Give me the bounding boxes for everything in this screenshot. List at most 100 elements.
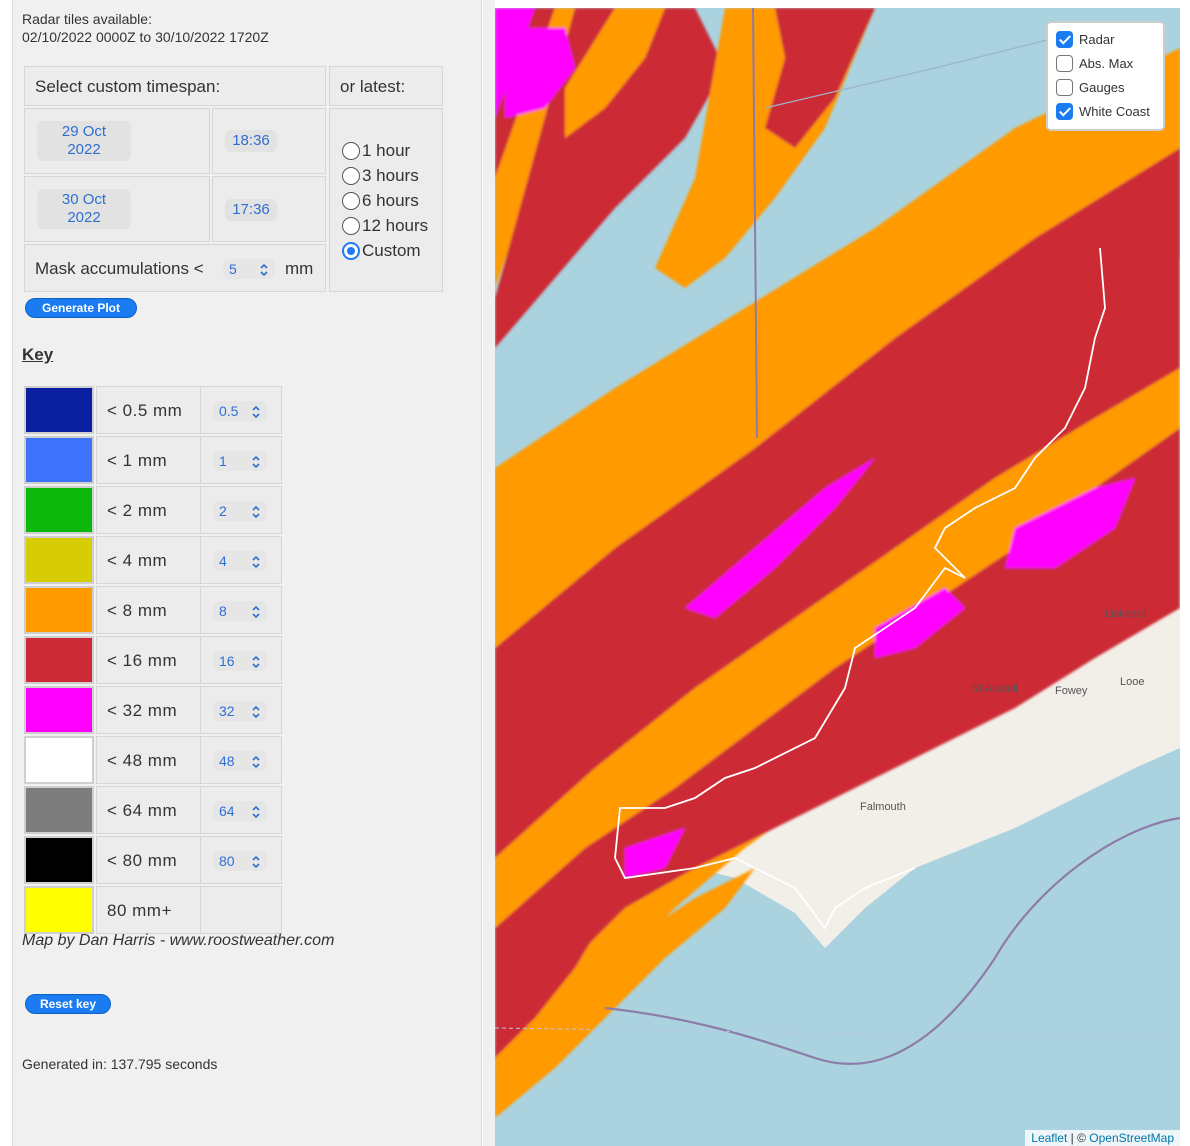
key-label: < 48 mm (107, 751, 178, 770)
timespan-header: Select custom timespan: (35, 77, 221, 96)
layer-checkbox[interactable] (1056, 54, 1073, 72)
end-date-picker[interactable]: 30 Oct 2022 (37, 189, 131, 229)
layer-toggle[interactable]: Gauges (1056, 77, 1125, 97)
latest-option[interactable]: Custom (342, 240, 421, 262)
layer-checkbox[interactable] (1056, 102, 1073, 120)
mask-label: Mask accumulations < (35, 259, 204, 278)
key-threshold-stepper[interactable]: 32 (213, 701, 267, 721)
layer-checkbox[interactable] (1056, 78, 1073, 96)
reset-key-button[interactable]: Reset key (25, 994, 111, 1014)
key-label: < 4 mm (107, 551, 168, 570)
key-row: < 1 mm 1 (24, 436, 282, 484)
start-time-cell: 18:36 (212, 108, 326, 174)
start-date-picker[interactable]: 29 Oct 2022 (37, 121, 131, 161)
key-threshold-stepper[interactable]: 48 (213, 751, 267, 771)
key-input-cell: 1 (200, 436, 282, 484)
key-label: < 32 mm (107, 701, 178, 720)
leaflet-link[interactable]: Leaflet (1031, 1131, 1067, 1145)
key-threshold-stepper[interactable]: 16 (213, 651, 267, 671)
layer-label: White Coast (1079, 103, 1150, 119)
latest-option[interactable]: 3 hours (342, 165, 419, 187)
latest-option[interactable]: 1 hour (342, 140, 410, 162)
key-threshold-value: 2 (219, 503, 227, 519)
key-input-cell: 48 (200, 736, 282, 784)
place-fowey: Fowey (1055, 685, 1088, 697)
key-input-cell: 16 (200, 636, 282, 684)
key-threshold-stepper[interactable]: 2 (213, 501, 267, 521)
key-threshold-value: 1 (219, 453, 227, 469)
end-date-day: 30 Oct (61, 191, 107, 208)
key-row: < 0.5 mm 0.5 (24, 386, 282, 434)
stepper-arrows-icon[interactable] (251, 604, 261, 624)
key-color-swatch (24, 436, 94, 484)
latest-option-label: 6 hours (362, 191, 419, 210)
layer-label: Abs. Max (1079, 55, 1134, 71)
radio-button[interactable] (342, 217, 360, 235)
attribution-separator: | © (1070, 1131, 1086, 1145)
key-title: Key (22, 345, 54, 364)
layer-toggle[interactable]: White Coast (1056, 101, 1150, 121)
stepper-arrows-icon[interactable] (251, 454, 261, 474)
start-date-day: 29 Oct (61, 123, 107, 140)
generate-plot-button[interactable]: Generate Plot (25, 298, 137, 318)
key-row: < 48 mm 48 (24, 736, 282, 784)
key-threshold-stepper[interactable]: 8 (213, 601, 267, 621)
layer-checkbox[interactable] (1056, 30, 1073, 48)
latest-option[interactable]: 6 hours (342, 190, 419, 212)
stepper-arrows-icon[interactable] (259, 262, 269, 282)
key-row: < 80 mm 80 (24, 836, 282, 884)
key-threshold-value: 8 (219, 603, 227, 619)
stepper-arrows-icon[interactable] (251, 854, 261, 874)
key-label: < 16 mm (107, 651, 178, 670)
radio-button[interactable] (342, 242, 360, 260)
key-threshold-stepper[interactable]: 1 (213, 451, 267, 471)
key-input-cell: 2 (200, 486, 282, 534)
key-input-cell: 8 (200, 586, 282, 634)
place-liskeard: Liskeard (1105, 608, 1147, 620)
timespan-header-cell: Select custom timespan: (24, 66, 326, 106)
key-color-swatch (24, 786, 94, 834)
key-color-swatch (24, 836, 94, 884)
map-attribution: Leaflet | © OpenStreetMap (1025, 1130, 1180, 1146)
layer-toggle[interactable]: Radar (1056, 29, 1114, 49)
key-row: < 4 mm 4 (24, 536, 282, 584)
key-threshold-value: 32 (219, 703, 235, 719)
key-input-cell: 4 (200, 536, 282, 584)
key-row: < 64 mm 64 (24, 786, 282, 834)
radio-button[interactable] (342, 142, 360, 160)
key-label: < 80 mm (107, 851, 178, 870)
mask-stepper[interactable]: 5 (223, 259, 275, 279)
stepper-arrows-icon[interactable] (251, 654, 261, 674)
stepper-arrows-icon[interactable] (251, 704, 261, 724)
key-label: < 64 mm (107, 801, 178, 820)
stepper-arrows-icon[interactable] (251, 754, 261, 774)
start-date-year: 2022 (67, 141, 101, 158)
latest-option-label: Custom (362, 241, 421, 260)
layer-toggle[interactable]: Abs. Max (1056, 53, 1133, 73)
stepper-arrows-icon[interactable] (251, 804, 261, 824)
stepper-arrows-icon[interactable] (251, 404, 261, 424)
key-threshold-value: 48 (219, 753, 235, 769)
key-color-swatch (24, 736, 94, 784)
latest-option[interactable]: 12 hours (342, 215, 428, 237)
osm-link[interactable]: OpenStreetMap (1089, 1131, 1174, 1145)
end-time-picker[interactable]: 17:36 (225, 199, 277, 221)
key-label: < 0.5 mm (107, 401, 183, 420)
layer-label: Gauges (1079, 79, 1125, 95)
radar-map[interactable]: Liskeard Looe St Austell Fowey Falmouth … (495, 8, 1180, 1146)
start-time-picker[interactable]: 18:36 (225, 130, 277, 152)
key-row: < 16 mm 16 (24, 636, 282, 684)
radio-button[interactable] (342, 192, 360, 210)
key-threshold-value: 64 (219, 803, 235, 819)
radio-button[interactable] (342, 167, 360, 185)
key-threshold-stepper[interactable]: 64 (213, 801, 267, 821)
key-input-cell (200, 886, 282, 934)
key-threshold-stepper[interactable]: 4 (213, 551, 267, 571)
key-color-swatch (24, 686, 94, 734)
key-threshold-stepper[interactable]: 80 (213, 851, 267, 871)
mask-cell: Mask accumulations < 5 mm (24, 244, 326, 292)
key-input-cell: 0.5 (200, 386, 282, 434)
stepper-arrows-icon[interactable] (251, 504, 261, 524)
stepper-arrows-icon[interactable] (251, 554, 261, 574)
key-threshold-stepper[interactable]: 0.5 (213, 401, 267, 421)
